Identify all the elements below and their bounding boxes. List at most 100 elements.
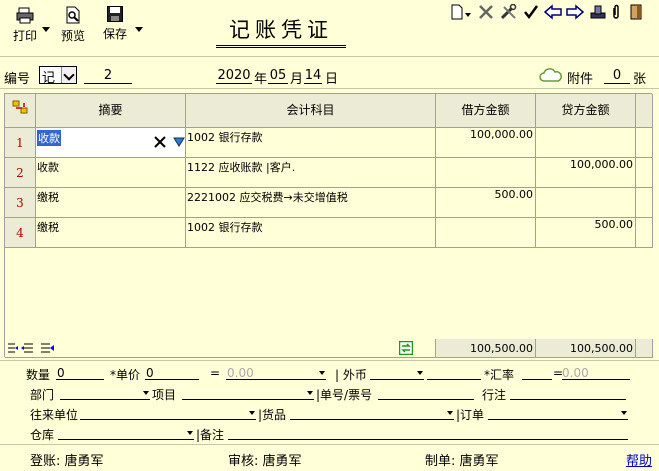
- row-spacer: [636, 188, 653, 218]
- clear-icon[interactable]: [154, 136, 166, 148]
- base-amount-field[interactable]: 0.00: [562, 366, 630, 380]
- totals-row-tools: [5, 339, 436, 358]
- debit-cell[interactable]: [436, 158, 536, 188]
- year-field[interactable]: 2020: [216, 68, 252, 84]
- order-label: |订单: [456, 408, 485, 422]
- save-button[interactable]: 保存: [101, 6, 129, 50]
- row-insert-delete-icons[interactable]: [7, 342, 65, 354]
- new-document-icon[interactable]: [450, 4, 464, 20]
- summary-cell[interactable]: 缴税: [36, 188, 186, 218]
- department-select[interactable]: [60, 386, 150, 400]
- tools-icon[interactable]: [500, 4, 518, 20]
- exchange-rate-field[interactable]: [522, 366, 552, 380]
- total-credit: 100,500.00: [536, 339, 636, 358]
- delete-icon[interactable]: [478, 4, 494, 20]
- bank-note-field[interactable]: [510, 386, 626, 400]
- made-by: 制单: 唐勇军: [425, 454, 499, 469]
- foreign-amount-field[interactable]: [427, 366, 481, 380]
- account-cell[interactable]: 1002 银行存款: [186, 218, 436, 248]
- credit-cell[interactable]: [536, 128, 636, 158]
- print-button[interactable]: 打印: [8, 6, 42, 50]
- footer-divider: [0, 444, 659, 445]
- account-cell[interactable]: 1122 应收账款 |客户.: [186, 158, 436, 188]
- save-label: 保存: [102, 27, 127, 41]
- project-select[interactable]: [182, 386, 314, 400]
- preview-button[interactable]: 预览: [60, 6, 86, 50]
- summary-input-selection[interactable]: 收款: [37, 130, 61, 146]
- debit-cell[interactable]: 100,000.00: [436, 128, 536, 158]
- total-spacer: [636, 339, 653, 358]
- total-debit: 100,500.00: [436, 339, 536, 358]
- column-header-credit[interactable]: 贷方金额: [536, 94, 636, 128]
- help-link[interactable]: 帮助: [626, 450, 652, 469]
- floppy-disk-icon: [107, 6, 123, 22]
- month-field[interactable]: 05: [268, 68, 288, 84]
- balance-toggle-icon[interactable]: [399, 341, 413, 355]
- goods-select[interactable]: [290, 406, 454, 420]
- dropdown-triangle-icon[interactable]: [173, 137, 185, 147]
- form-divider: [0, 360, 659, 361]
- column-header-account[interactable]: 会计科目: [186, 94, 436, 128]
- column-header-summary[interactable]: 摘要: [36, 94, 186, 128]
- attachment-count-field[interactable]: 0: [604, 68, 630, 84]
- preview-label: 预览: [60, 29, 85, 43]
- row-number[interactable]: 2: [5, 158, 36, 188]
- row-spacer: [636, 128, 653, 158]
- new-dropdown-caret[interactable]: [465, 13, 471, 17]
- row-spacer: [636, 158, 653, 188]
- warehouse-select[interactable]: [58, 426, 194, 440]
- exit-door-icon[interactable]: [630, 4, 644, 20]
- stamp-icon[interactable]: [589, 4, 607, 20]
- chevron-down-icon[interactable]: [61, 67, 76, 83]
- note-label: |备注: [196, 428, 225, 442]
- arrow-right-icon[interactable]: [566, 4, 584, 20]
- project-label: 项目: [152, 388, 177, 402]
- quantity-field[interactable]: 0: [56, 366, 104, 380]
- grid-corner[interactable]: [5, 94, 36, 128]
- column-header-debit[interactable]: 借方金额: [436, 94, 536, 128]
- account-cell[interactable]: 1002 银行存款: [186, 128, 436, 158]
- arrow-left-icon[interactable]: [544, 4, 562, 20]
- summary-cell-editing[interactable]: 收款: [36, 128, 186, 158]
- printer-icon: [16, 7, 34, 24]
- grid-settings-icon[interactable]: [12, 100, 28, 114]
- foreign-currency-select[interactable]: [370, 366, 424, 380]
- save-dropdown-caret[interactable]: [135, 27, 143, 32]
- row-number[interactable]: 1: [5, 128, 36, 158]
- month-label: 月: [290, 72, 304, 87]
- row-number[interactable]: 4: [5, 218, 36, 248]
- print-label: 打印: [12, 29, 37, 43]
- bill-number-field[interactable]: [378, 386, 474, 400]
- unit-price-field[interactable]: 0: [145, 366, 199, 380]
- voucher-type-select[interactable]: 记: [39, 66, 77, 86]
- partner-select[interactable]: [80, 406, 256, 420]
- voucher-number-field[interactable]: 2: [84, 68, 132, 84]
- cloud-icon[interactable]: [539, 67, 563, 83]
- unit-price-label: *单价: [110, 368, 141, 382]
- summary-cell[interactable]: 收款: [36, 158, 186, 188]
- attachment-label: 附件: [567, 72, 594, 87]
- year-label: 年: [254, 72, 268, 87]
- warehouse-label: 仓库: [30, 428, 55, 442]
- amount-field[interactable]: 0.00: [226, 366, 326, 380]
- attachment-icon[interactable]: [611, 4, 621, 20]
- account-cell[interactable]: 2221002 应交税费→未交增值税: [186, 188, 436, 218]
- note-field[interactable]: [228, 426, 628, 440]
- number-label: 编号: [4, 72, 31, 87]
- debit-cell[interactable]: [436, 218, 536, 248]
- credit-cell[interactable]: 500.00: [536, 218, 636, 248]
- day-field[interactable]: 14: [304, 68, 322, 84]
- day-label: 日: [325, 72, 339, 87]
- equals-sign: =: [210, 366, 221, 380]
- row-number[interactable]: 3: [5, 188, 36, 218]
- order-select[interactable]: [488, 406, 628, 420]
- debit-cell[interactable]: 500.00: [436, 188, 536, 218]
- attachment-unit-label: 张: [633, 72, 647, 87]
- credit-cell[interactable]: [536, 188, 636, 218]
- checkmark-icon[interactable]: [523, 4, 539, 20]
- summary-cell[interactable]: 缴税: [36, 218, 186, 248]
- preview-icon: [66, 6, 80, 24]
- page-title: 记账凭证: [216, 14, 346, 48]
- print-dropdown-caret[interactable]: [42, 27, 50, 32]
- credit-cell[interactable]: 100,000.00: [536, 158, 636, 188]
